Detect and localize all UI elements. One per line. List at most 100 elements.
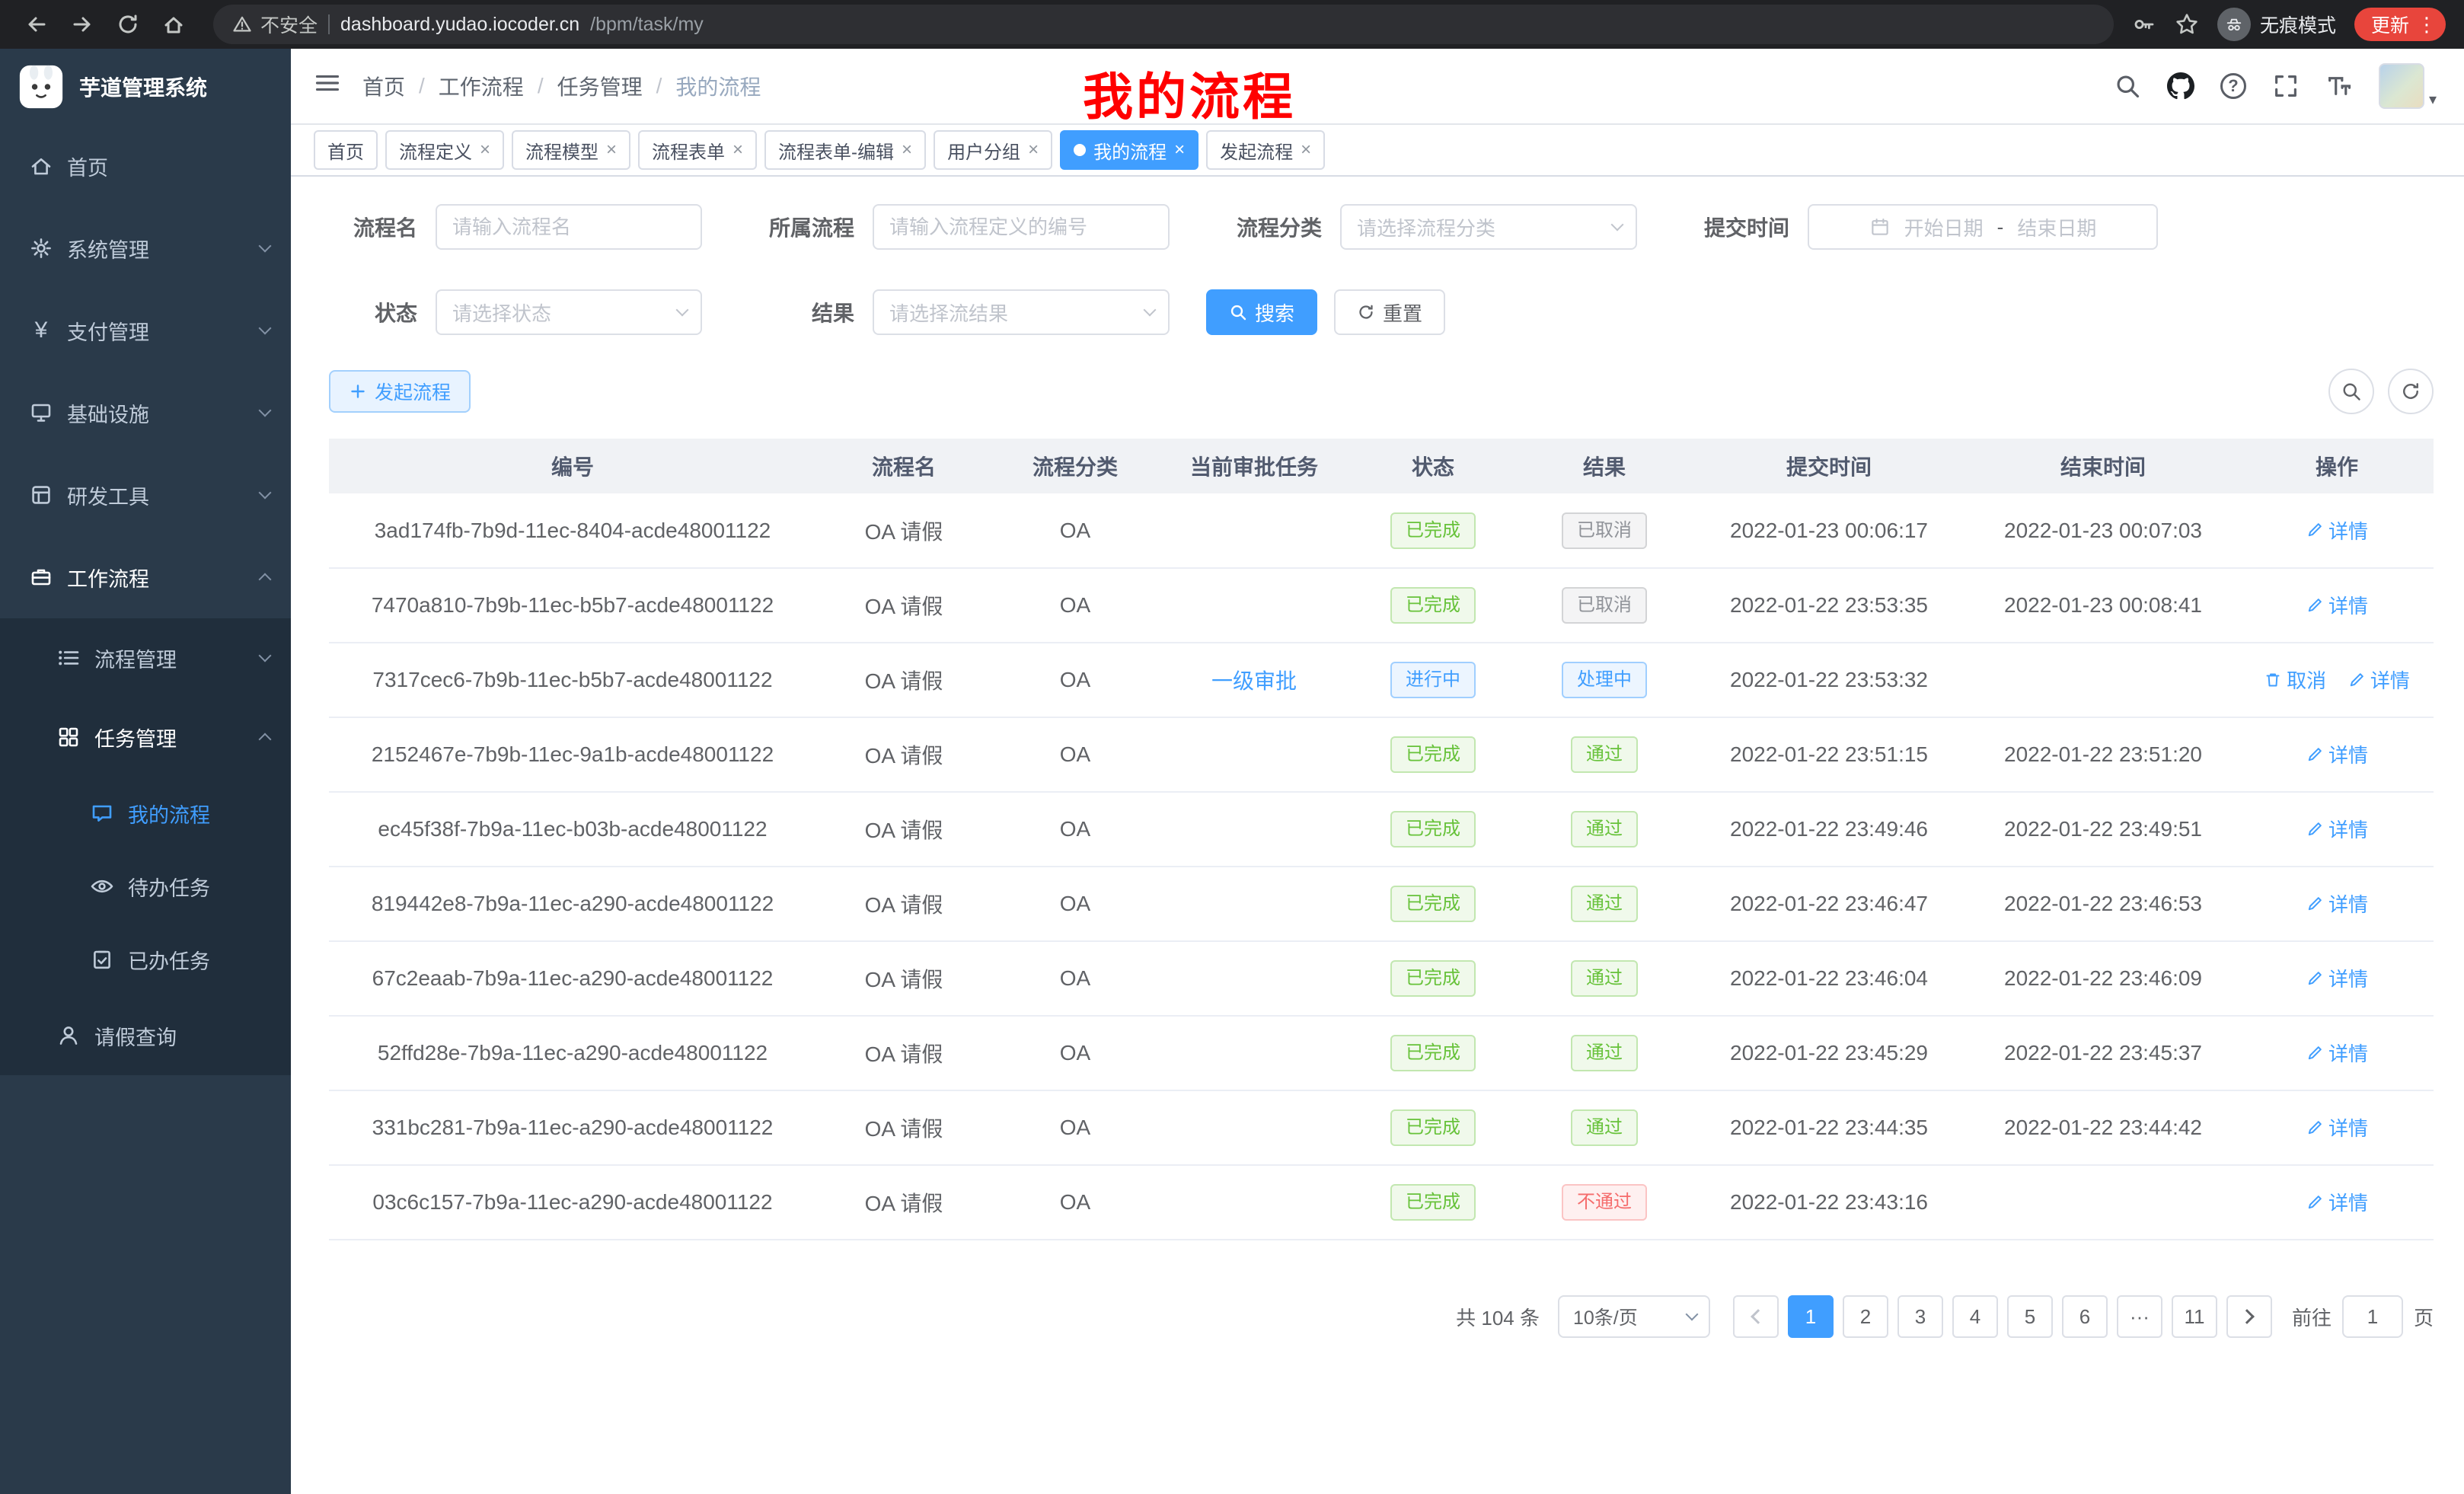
tags-view-bar: 首页 流程定义× 流程模型× 流程表单× 流程表单-编辑× 用户分组× 我的流程… (291, 125, 2464, 177)
close-icon[interactable]: × (480, 141, 490, 159)
close-icon[interactable]: × (1174, 141, 1185, 159)
fullscreen-icon[interactable] (2272, 72, 2300, 100)
result-badge: 通过 (1571, 886, 1638, 922)
close-icon[interactable]: × (902, 141, 912, 159)
sidebar-item-infrastructure[interactable]: 基础设施 (0, 372, 291, 454)
page-button[interactable]: 6 (2062, 1295, 2108, 1338)
submit-time-range-picker[interactable]: 开始日期 - 结束日期 (1808, 204, 2158, 250)
detail-link[interactable]: 详情 (2306, 516, 2368, 544)
sidebar-item-todo-tasks[interactable]: 待办任务 (0, 850, 291, 923)
home-menu-icon (29, 154, 53, 178)
detail-link[interactable]: 详情 (2306, 1188, 2368, 1216)
browser-toolbar: 不安全 dashboard.yudao.iocoder.cn/bpm/task/… (0, 0, 2464, 49)
tab-my-process[interactable]: 我的流程× (1060, 130, 1198, 170)
list-icon (56, 646, 81, 670)
bookmark-star-icon[interactable] (2175, 12, 2199, 37)
detail-link[interactable]: 详情 (2306, 964, 2368, 992)
tab-process-form[interactable]: 流程表单× (638, 130, 757, 170)
page-size-select[interactable]: 10条/页 (1558, 1295, 1710, 1338)
close-icon[interactable]: × (1028, 141, 1039, 159)
chevron-down-icon (259, 404, 272, 417)
breadcrumb-workflow[interactable]: 工作流程 (439, 71, 524, 101)
category-select[interactable]: 请选择流程分类 (1340, 204, 1637, 250)
sidebar-item-my-process[interactable]: 我的流程 (0, 777, 291, 850)
refresh-table-button[interactable] (2388, 369, 2434, 414)
user-menu[interactable]: ▾ (2379, 63, 2437, 109)
search-icon[interactable] (2114, 72, 2141, 100)
sidebar-item-done-tasks[interactable]: 已办任务 (0, 923, 291, 996)
update-button[interactable]: 更新 ⋮ (2354, 8, 2446, 41)
sidebar-item-home[interactable]: 首页 (0, 125, 291, 207)
page-button[interactable]: 1 (1788, 1295, 1834, 1338)
avatar[interactable] (2379, 63, 2424, 109)
breadcrumb-task-management[interactable]: 任务管理 (557, 71, 643, 101)
sidebar-item-leave-query[interactable]: 请假查询 (0, 996, 291, 1075)
goto-page-input[interactable] (2342, 1295, 2403, 1338)
process-name-input[interactable] (436, 204, 702, 250)
key-icon[interactable] (2132, 12, 2156, 37)
tab-initiate-process[interactable]: 发起流程× (1206, 130, 1325, 170)
sidebar-toggle-icon[interactable] (314, 69, 341, 103)
goto-unit: 页 (2414, 1303, 2434, 1331)
detail-link[interactable]: 详情 (2306, 815, 2368, 843)
sidebar-item-devtools[interactable]: 研发工具 (0, 454, 291, 536)
page-button[interactable]: 3 (1897, 1295, 1943, 1338)
more-pages-button[interactable]: ··· (2117, 1295, 2162, 1338)
tab-user-group[interactable]: 用户分组× (934, 130, 1052, 170)
sidebar-item-payment[interactable]: ¥ 支付管理 (0, 289, 291, 372)
chevron-down-icon (259, 487, 272, 500)
detail-link[interactable]: 详情 (2306, 1113, 2368, 1141)
table-toolbar: 发起流程 (291, 369, 2464, 414)
search-button[interactable]: 搜索 (1206, 289, 1317, 335)
back-icon[interactable] (15, 3, 58, 46)
close-icon[interactable]: × (1301, 141, 1311, 159)
cancel-link[interactable]: 取消 (2264, 666, 2326, 694)
status-select[interactable]: 请选择状态 (436, 289, 702, 335)
result-select[interactable]: 请选择流结果 (873, 289, 1170, 335)
help-icon[interactable]: ? (2220, 73, 2246, 99)
person-icon (56, 1023, 81, 1048)
address-bar[interactable]: 不安全 dashboard.yudao.iocoder.cn/bpm/task/… (213, 5, 2114, 44)
close-icon[interactable]: × (732, 141, 743, 159)
breadcrumb-home[interactable]: 首页 (362, 71, 405, 101)
tab-process-model[interactable]: 流程模型× (512, 130, 630, 170)
sidebar-item-system[interactable]: 系统管理 (0, 207, 291, 289)
detail-link[interactable]: 详情 (2306, 889, 2368, 918)
result-badge: 通过 (1571, 1109, 1638, 1146)
detail-link[interactable]: 详情 (2306, 740, 2368, 768)
date-start-placeholder: 开始日期 (1904, 213, 1984, 241)
page-button[interactable]: 5 (2007, 1295, 2053, 1338)
forward-icon[interactable] (61, 3, 104, 46)
reload-icon[interactable] (107, 3, 149, 46)
sidebar-item-workflow[interactable]: 工作流程 (0, 536, 291, 618)
close-icon[interactable]: × (606, 141, 617, 159)
status-badge: 进行中 (1390, 662, 1476, 698)
tools-icon (29, 483, 53, 507)
font-size-icon[interactable] (2325, 72, 2353, 100)
reset-button[interactable]: 重置 (1334, 289, 1445, 335)
page-button[interactable]: 2 (1843, 1295, 1888, 1338)
next-page-button[interactable] (2226, 1295, 2272, 1338)
page-button[interactable]: 11 (2172, 1295, 2217, 1338)
sidebar-item-process-management[interactable]: 流程管理 (0, 618, 291, 698)
detail-link[interactable]: 详情 (2348, 666, 2410, 694)
browser-menu-icon[interactable]: ⋮ (2417, 14, 2437, 34)
create-process-button[interactable]: 发起流程 (329, 370, 471, 413)
plus-icon (349, 382, 367, 401)
home-icon[interactable] (152, 3, 195, 46)
tab-process-form-edit[interactable]: 流程表单-编辑× (764, 130, 926, 170)
page-button[interactable]: 4 (1952, 1295, 1998, 1338)
detail-link[interactable]: 详情 (2306, 591, 2368, 619)
github-icon[interactable] (2167, 72, 2194, 100)
briefcase-icon (29, 565, 53, 589)
app-logo[interactable]: 芋道管理系统 (0, 49, 291, 125)
task-link[interactable]: 一级审批 (1211, 669, 1297, 693)
prev-page-button[interactable] (1733, 1295, 1779, 1338)
toggle-search-button[interactable] (2328, 369, 2374, 414)
process-def-input[interactable] (873, 204, 1170, 250)
sidebar-item-task-management[interactable]: 任务管理 (0, 698, 291, 777)
tab-process-definition[interactable]: 流程定义× (385, 130, 504, 170)
detail-link[interactable]: 详情 (2306, 1039, 2368, 1067)
sidebar: 芋道管理系统 首页 系统管理 ¥ 支付管理 基础设施 (0, 49, 291, 1494)
tab-home[interactable]: 首页 (314, 130, 378, 170)
